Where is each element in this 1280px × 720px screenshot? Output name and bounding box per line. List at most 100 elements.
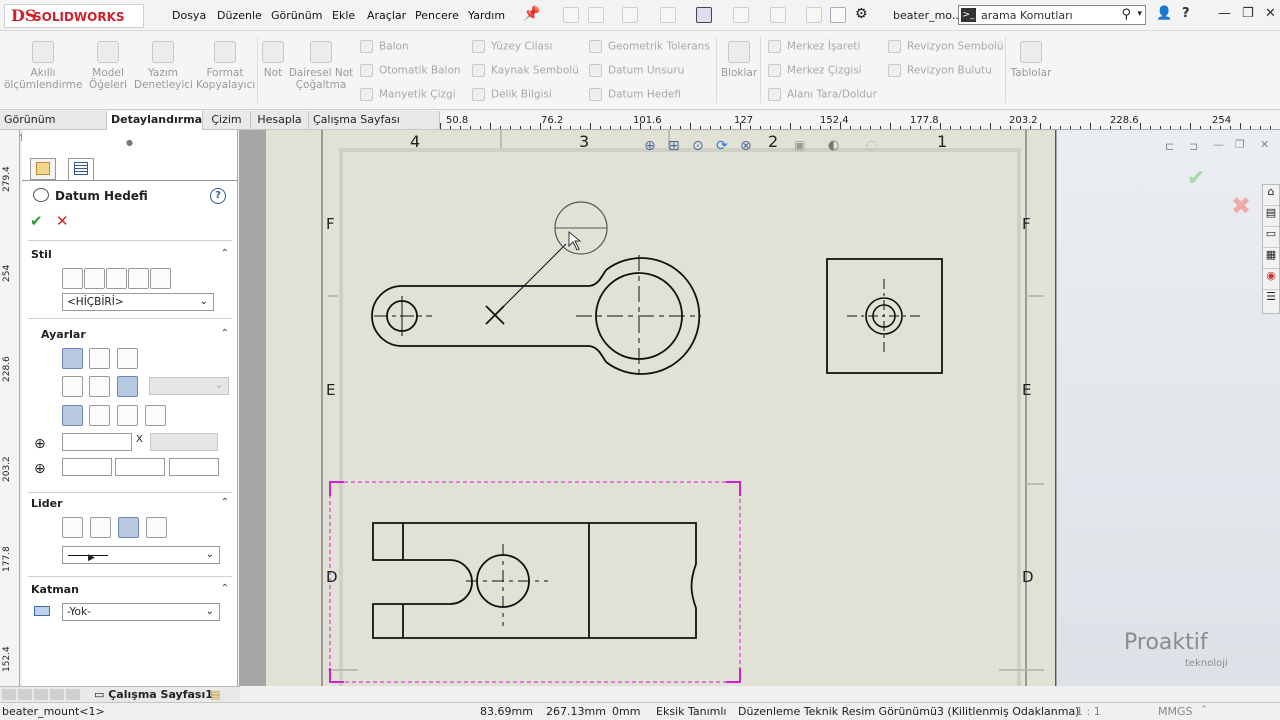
view-settings-icon[interactable]: ◌	[866, 138, 877, 153]
target-symbol-leader-icon[interactable]	[89, 348, 110, 369]
center-mark-button[interactable]: Merkez İşareti	[768, 40, 860, 53]
datum-reference-3-input[interactable]	[169, 458, 219, 476]
auto-balloon-button[interactable]: Otomatik Balon	[360, 64, 461, 77]
balloon-button[interactable]: Balon	[360, 40, 409, 53]
circular-note-pattern-button[interactable]: Dairesel Not Çoğaltma	[288, 41, 354, 91]
leader-straight-icon[interactable]	[118, 517, 139, 538]
help-icon[interactable]: ?	[210, 188, 226, 204]
target-width-input[interactable]	[62, 433, 132, 451]
task-pane-library-icon[interactable]: ▤	[1263, 206, 1279, 227]
zoom-to-area-icon[interactable]: ⊞	[668, 138, 680, 154]
tab-sheet-format[interactable]: Çalışma Sayfası Formatı	[309, 111, 440, 144]
collapse-ayarlar-icon[interactable]: ⌃	[221, 328, 229, 339]
doc-close-button[interactable]: ✕	[1260, 138, 1269, 151]
open-folder-icon[interactable]	[622, 7, 638, 23]
options-gear-icon[interactable]: ⚙	[855, 6, 868, 22]
hide-show-items-icon[interactable]: ◐	[828, 138, 839, 153]
search-commands-input[interactable]: >_ arama Komutları ⚲ ▾	[958, 5, 1146, 25]
collapse-lider-icon[interactable]: ⌃	[221, 497, 229, 508]
target-symbol-none-icon[interactable]	[117, 348, 138, 369]
datum-target-symbol[interactable]	[499, 201, 608, 311]
collapse-katman-icon[interactable]: ⌃	[221, 583, 229, 594]
close-button[interactable]: ✕	[1265, 6, 1276, 21]
ok-button[interactable]: ✔	[30, 212, 43, 230]
minimize-button[interactable]: —	[1218, 6, 1231, 21]
menu-gorunum[interactable]: Görünüm	[271, 9, 322, 22]
new-document-icon[interactable]	[588, 7, 604, 23]
hole-callout-button[interactable]: Delik Bilgisi	[472, 88, 552, 101]
status-units[interactable]: MMGS	[1158, 705, 1193, 718]
home-icon[interactable]	[563, 7, 579, 23]
task-pane-appearance-icon[interactable]: ◉	[1263, 269, 1279, 290]
search-icon[interactable]: ⚲	[1121, 7, 1131, 22]
cancel-button[interactable]: ✕	[56, 212, 69, 230]
revision-cloud-button[interactable]: Revizyon Bulutu	[888, 64, 992, 77]
display-style-icon[interactable]: ▣	[794, 138, 805, 152]
target-area-none-icon[interactable]	[145, 405, 166, 426]
help-icon[interactable]: ?	[1182, 6, 1190, 21]
status-scale[interactable]: 1 : 1	[1076, 705, 1101, 718]
surface-finish-button[interactable]: Yüzey Cilası	[472, 40, 552, 53]
centerline-button[interactable]: Merkez Çizgisi	[768, 64, 862, 77]
add-sheet-icon[interactable]: ▤	[210, 688, 220, 701]
target-area-rectangle-icon[interactable]	[117, 405, 138, 426]
confirmation-ok-icon[interactable]: ✔	[1187, 166, 1205, 191]
arrow-style-dropdown[interactable]: ▶ ⌄	[62, 546, 220, 564]
target-height-input[interactable]	[150, 433, 218, 451]
note-button[interactable]: Not	[259, 41, 287, 79]
tables-button[interactable]: Tablolar	[1010, 41, 1052, 79]
units-dropdown-icon[interactable]: ⌃	[1200, 705, 1208, 715]
drawing-sheet[interactable]: 4 3 2 1 F E D F E D	[266, 130, 1056, 686]
menu-pencere[interactable]: Pencere	[415, 9, 459, 22]
view-orientation-icon[interactable]: ⊗	[740, 138, 752, 154]
sheet-navigation-arrows[interactable]	[2, 689, 82, 700]
weld-symbol-button[interactable]: Kaynak Sembolü	[472, 64, 579, 77]
user-icon[interactable]: 👤	[1156, 6, 1172, 21]
revision-symbol-button[interactable]: Revizyon Sembolü	[888, 40, 1004, 53]
print-icon[interactable]	[696, 7, 712, 23]
style-dropdown[interactable]: <HİÇBİRİ> ⌄	[62, 293, 214, 311]
datum-reference-2-input[interactable]	[115, 458, 165, 476]
leader-straight-dashed-icon[interactable]	[146, 517, 167, 538]
task-pane-home-icon[interactable]: ⌂	[1263, 185, 1279, 206]
leader-bent-dashed-icon[interactable]	[90, 517, 111, 538]
menu-araclar[interactable]: Araçlar	[367, 9, 406, 22]
tab-evaluate[interactable]: Hesapla	[251, 111, 309, 130]
menu-duzenle[interactable]: Düzenle	[217, 9, 262, 22]
task-pane-palette-icon[interactable]: ▦	[1263, 248, 1279, 269]
doc-restore-button[interactable]: ❐	[1235, 138, 1245, 151]
solidworks-logo[interactable]: DS SOLIDWORKS	[4, 4, 144, 28]
smart-dimension-button[interactable]: Akıllı ölçümlendirme	[4, 41, 82, 91]
previous-view-icon[interactable]: ⊙	[692, 138, 704, 154]
spell-checker-button[interactable]: Yazım Denetleyici	[134, 41, 193, 91]
save-icon[interactable]	[660, 7, 676, 23]
datum-feature-button[interactable]: Datum Unsuru	[589, 64, 684, 77]
search-dropdown-icon[interactable]: ▾	[1137, 9, 1142, 19]
save-style-icon[interactable]	[128, 268, 149, 289]
target-size-none-icon[interactable]	[117, 376, 138, 397]
doc-minimize-button[interactable]: —	[1213, 138, 1224, 151]
magnetic-line-button[interactable]: Manyetik Çizgi	[360, 88, 456, 101]
load-style-icon[interactable]	[150, 268, 171, 289]
selected-view-boundary[interactable]	[329, 481, 741, 683]
tab-property-manager[interactable]	[68, 158, 94, 180]
layer-dropdown[interactable]: -Yok- ⌄	[62, 603, 220, 621]
blocks-button[interactable]: Bloklar	[720, 41, 758, 79]
window-tile-left-icon[interactable]: ⊏	[1165, 140, 1174, 153]
side-view[interactable]	[826, 258, 943, 374]
restore-button[interactable]: ❐	[1242, 6, 1254, 21]
target-size-dropdown[interactable]: ⌄	[149, 377, 229, 395]
top-view[interactable]	[372, 522, 697, 639]
pin-icon[interactable]: 📌	[523, 6, 540, 22]
confirmation-cancel-icon[interactable]: ✖	[1231, 192, 1251, 220]
datum-target-button[interactable]: Datum Hedefi	[589, 88, 681, 101]
tab-view-layout[interactable]: Görünüm Yerleşimi	[0, 111, 107, 144]
task-pane-explorer-icon[interactable]: ▭	[1263, 227, 1279, 248]
rotate-view-icon[interactable]: ⟳	[716, 138, 728, 154]
select-arrow-icon[interactable]	[770, 7, 786, 23]
leader-bent-icon[interactable]	[62, 517, 83, 538]
target-area-circle-icon[interactable]	[89, 405, 110, 426]
window-tile-right-icon[interactable]: ⊐	[1189, 140, 1198, 153]
format-painter-button[interactable]: Format Kopyalayıcı	[196, 41, 255, 91]
update-style-icon[interactable]	[106, 268, 127, 289]
